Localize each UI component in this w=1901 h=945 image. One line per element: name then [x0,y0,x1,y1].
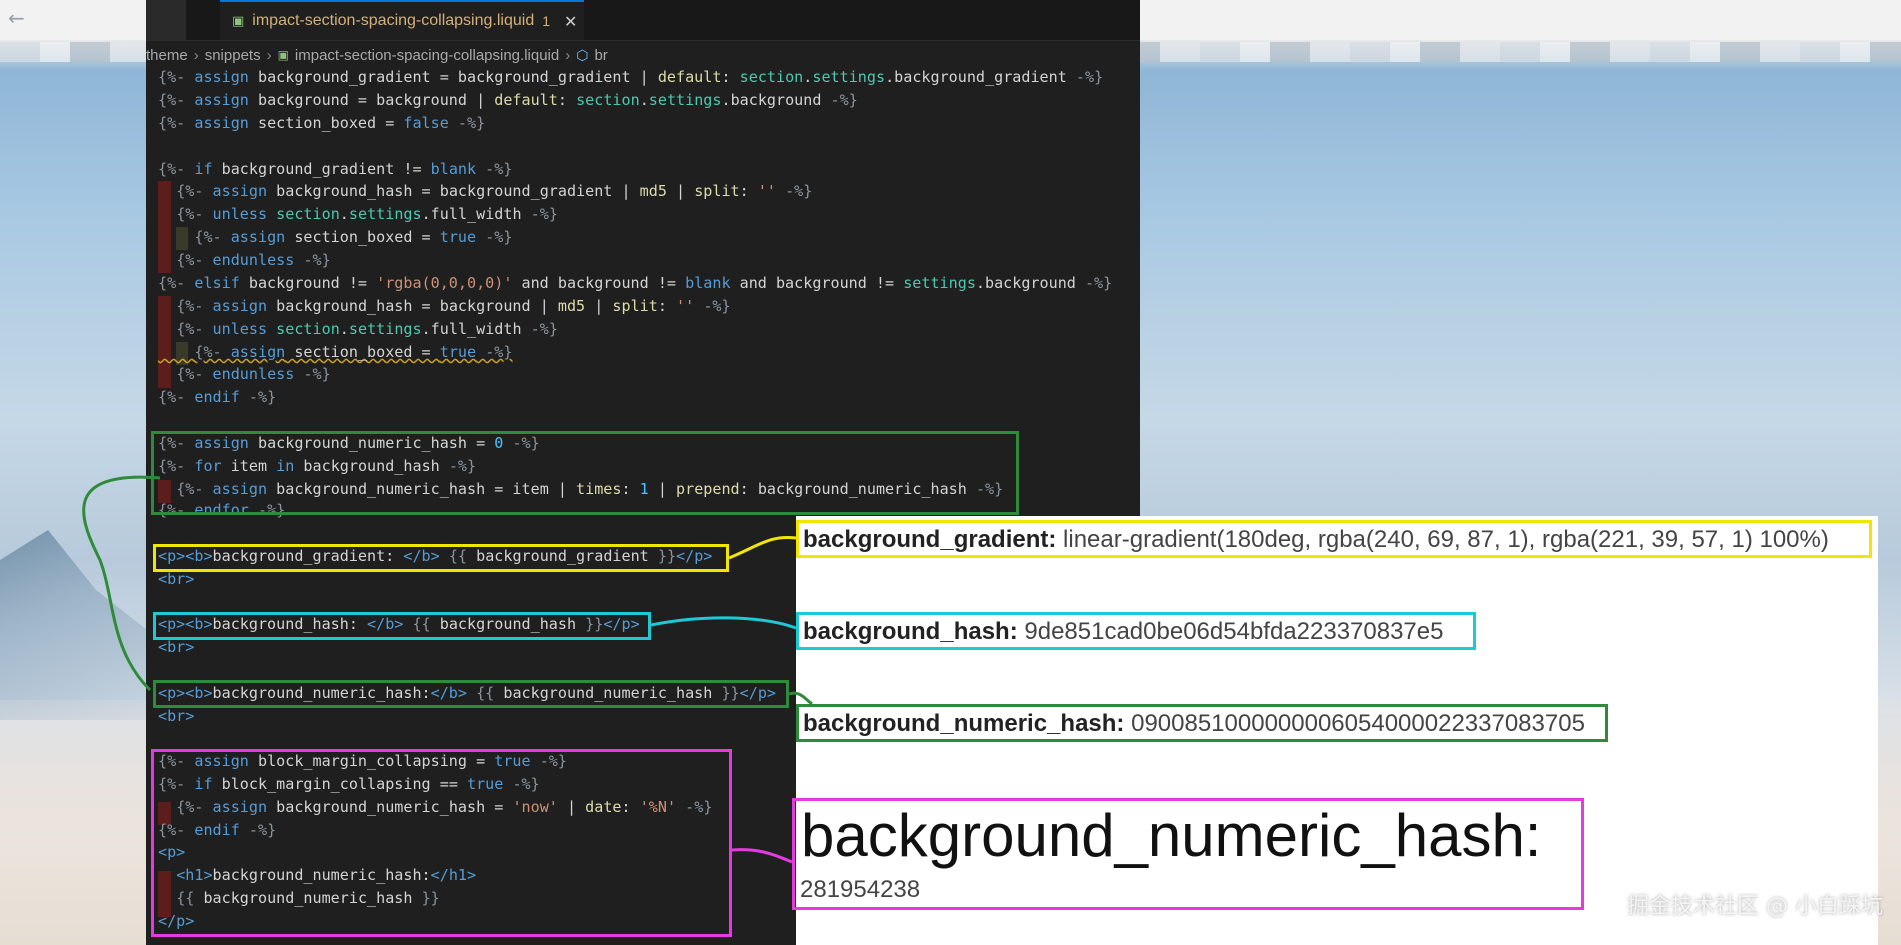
breadcrumb: theme › snippets › ▣ impact-section-spac… [146,44,608,66]
code-line[interactable]: {%- endif -%} [158,386,276,409]
background-mountains [0,530,160,720]
preview-numeric-label: background_numeric_hash: [803,710,1125,737]
preview-hash-value: 9de851cad0be06d54bfda223370837e5 [1024,618,1444,645]
code-line[interactable]: {%- assign section_boxed = false -%} [158,112,485,135]
preview-gradient-row: background_gradient: linear-gradient(180… [796,520,1872,558]
watermark: 掘金技术社区 @ 小白踩坑 [1627,894,1883,919]
code-line[interactable]: {%- assign section_boxed = true -%} [158,226,512,249]
breadcrumb-file[interactable]: impact-section-spacing-collapsing.liquid [295,47,559,64]
annotation-box-hash-code [153,612,651,640]
liquid-file-icon: ▣ [232,13,245,29]
preview-h1-value: 281954238 [800,876,921,903]
code-line[interactable]: {%- if background_gradient != blank -%} [158,158,512,181]
code-line[interactable]: {%- elsif background != 'rgba(0,0,0,0)' … [158,272,1112,295]
annotation-box-h1-code [151,749,732,937]
tab-active-file[interactable]: ▣ impact-section-spacing-collapsing.liqu… [220,0,584,40]
annotation-box-gradient-code [153,544,729,572]
code-line[interactable]: {%- unless section.settings.full_width -… [158,203,558,226]
breadcrumb-separator: › [193,46,199,64]
back-arrow-icon[interactable]: ← [8,6,25,30]
code-line[interactable]: <br> [158,705,194,728]
preview-hash-label: background_hash: [803,618,1018,645]
symbol-icon: ⬡ [576,46,589,63]
annotation-box-for-loop [151,431,1019,515]
breadcrumb-symbol[interactable]: br [594,47,607,64]
code-line[interactable]: {%- assign background_hash = background … [158,295,730,318]
breadcrumb-snippets[interactable]: snippets [205,47,261,64]
previous-tab[interactable] [146,0,186,40]
preview-numeric-value: 0900851000000006054000022337083705 [1131,710,1585,737]
problem-count-badge: 1 [542,13,551,29]
code-line[interactable]: {%- assign background_hash = background_… [158,180,812,203]
tab-title: impact-section-spacing-collapsing.liquid [252,12,535,29]
preview-h1-heading: background_numeric_hash: [801,802,1542,869]
liquid-file-icon: ▣ [277,48,289,62]
code-line[interactable]: {%- assign section_boxed = true -%} [158,341,512,364]
code-line[interactable]: {%- endunless -%} [158,363,331,386]
preview-numeric-row: background_numeric_hash: 090085100000000… [796,704,1608,742]
tab-bar: ▣ impact-section-spacing-collapsing.liqu… [146,0,1140,41]
preview-gradient-value: linear-gradient(180deg, rgba(240, 69, 87… [1063,526,1829,553]
breadcrumb-theme[interactable]: theme [146,47,188,64]
code-line[interactable]: {%- assign background = background | def… [158,89,858,112]
code-line[interactable]: {%- assign background_gradient = backgro… [158,66,1103,89]
code-line[interactable]: {%- endunless -%} [158,249,331,272]
preview-gradient-label: background_gradient: [803,526,1057,553]
close-icon[interactable]: ✕ [564,12,577,31]
code-line[interactable]: {%- unless section.settings.full_width -… [158,318,558,341]
breadcrumb-separator: › [266,46,272,64]
preview-hash-row: background_hash: 9de851cad0be06d54bfda22… [796,612,1476,650]
breadcrumb-separator: › [565,46,571,64]
annotation-box-numeric-code [153,680,789,708]
browser-preview: background_gradient: linear-gradient(180… [792,516,1878,945]
